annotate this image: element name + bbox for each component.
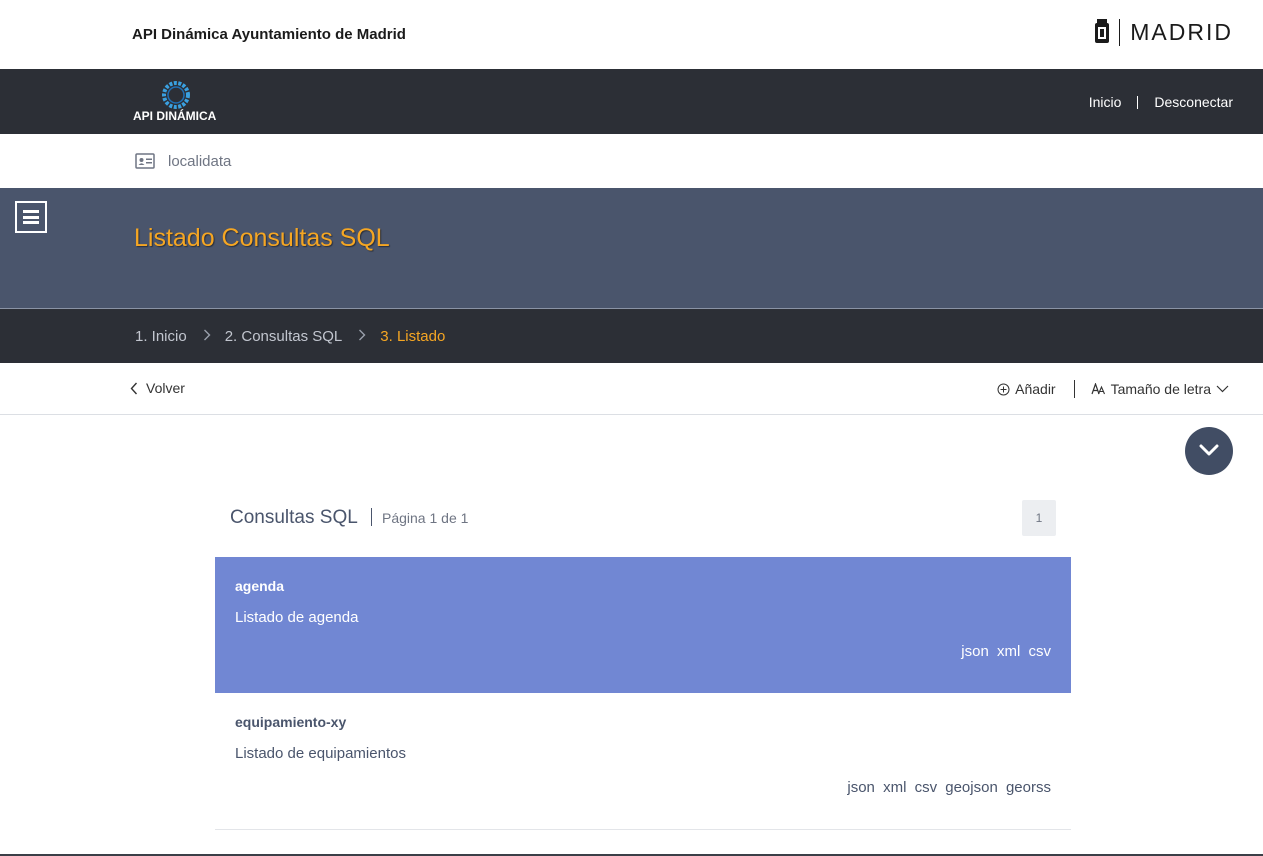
top-header: API Dinámica Ayuntamiento de Madrid MADR… — [0, 0, 1263, 69]
breadcrumb-item-listado: 3. Listado — [380, 328, 446, 345]
page-toolbar: Volver Añadir Tamaño de letra — [0, 363, 1263, 415]
nav-links: Inicio Desconectar — [1089, 94, 1233, 110]
chevron-down-icon — [1216, 385, 1229, 393]
hamburger-icon — [23, 221, 39, 224]
panel-title: Consultas SQL — [230, 507, 358, 528]
main-navbar: API DINÁMICA Inicio Desconectar — [0, 69, 1263, 134]
format-link-xml[interactable]: xml — [997, 643, 1020, 660]
nav-link-desconectar[interactable]: Desconectar — [1154, 94, 1233, 110]
api-ring-icon — [162, 81, 190, 109]
site-title: API Dinámica Ayuntamiento de Madrid — [132, 26, 406, 43]
format-link-xml[interactable]: xml — [883, 779, 906, 796]
api-dinamica-logo[interactable]: API DINÁMICA — [133, 80, 223, 128]
format-link-csv[interactable]: csv — [1029, 643, 1052, 660]
font-size-icon — [1091, 383, 1105, 395]
format-link-json[interactable]: json — [847, 779, 875, 796]
madrid-logo[interactable]: MADRID — [1093, 17, 1233, 47]
breadcrumb-item-inicio[interactable]: 1. Inicio — [135, 328, 187, 345]
list-item[interactable]: agenda Listado de agenda json xml csv — [215, 557, 1071, 693]
logo-divider — [1119, 18, 1121, 46]
panel-header: Consultas SQL Página 1 de 1 1 — [215, 490, 1071, 557]
add-circle-icon — [997, 383, 1010, 395]
query-formats: json xml csv — [961, 643, 1051, 660]
query-description: Listado de agenda — [235, 609, 359, 626]
pagination-page-button[interactable]: 1 — [1022, 500, 1056, 536]
breadcrumb: 1. Inicio 2. Consultas SQL 3. Listado — [0, 309, 1263, 363]
back-label: Volver — [146, 380, 185, 396]
format-link-csv[interactable]: csv — [915, 779, 938, 796]
page-info: Página 1 de 1 — [382, 510, 469, 526]
scroll-down-button[interactable] — [1185, 427, 1233, 475]
context-label: localidata — [168, 153, 232, 170]
query-name[interactable]: equipamiento-xy — [235, 714, 346, 730]
chevron-right-icon — [358, 329, 366, 344]
madrid-crest-icon — [1095, 19, 1110, 43]
back-button[interactable]: Volver — [130, 380, 185, 396]
sql-queries-panel: Consultas SQL Página 1 de 1 1 agenda Lis… — [215, 490, 1071, 830]
nav-divider — [1137, 95, 1139, 109]
font-size-dropdown[interactable]: Tamaño de letra — [1091, 381, 1229, 397]
context-bar: localidata — [0, 134, 1263, 188]
list-item[interactable]: equipamiento-xy Listado de equipamientos… — [215, 693, 1071, 830]
brand-text: API DINÁMICA — [133, 109, 217, 123]
madrid-wordmark: MADRID — [1130, 18, 1233, 45]
page-hero: Listado Consultas SQL — [0, 188, 1263, 309]
page-title: Listado Consultas SQL — [134, 224, 390, 252]
id-card-icon — [135, 153, 155, 169]
menu-button[interactable] — [15, 201, 47, 233]
query-formats: json xml csv geojson georss — [847, 779, 1051, 796]
query-description: Listado de equipamientos — [235, 745, 406, 762]
hamburger-icon — [23, 215, 39, 219]
panel-header-divider — [371, 508, 372, 526]
chevron-down-icon — [1199, 444, 1219, 456]
breadcrumb-item-consultas[interactable]: 2. Consultas SQL — [225, 328, 343, 345]
format-link-json[interactable]: json — [961, 643, 989, 660]
add-button[interactable]: Añadir — [997, 381, 1056, 397]
font-size-label: Tamaño de letra — [1110, 381, 1211, 397]
chevron-right-icon — [203, 329, 211, 344]
query-name[interactable]: agenda — [235, 578, 284, 594]
nav-link-inicio[interactable]: Inicio — [1089, 94, 1122, 110]
format-link-geojson[interactable]: geojson — [945, 779, 998, 796]
hamburger-icon — [23, 210, 39, 213]
toolbar-divider — [1073, 380, 1075, 398]
chevron-left-icon — [130, 382, 138, 394]
add-label: Añadir — [1015, 381, 1056, 397]
format-link-georss[interactable]: georss — [1006, 779, 1051, 796]
